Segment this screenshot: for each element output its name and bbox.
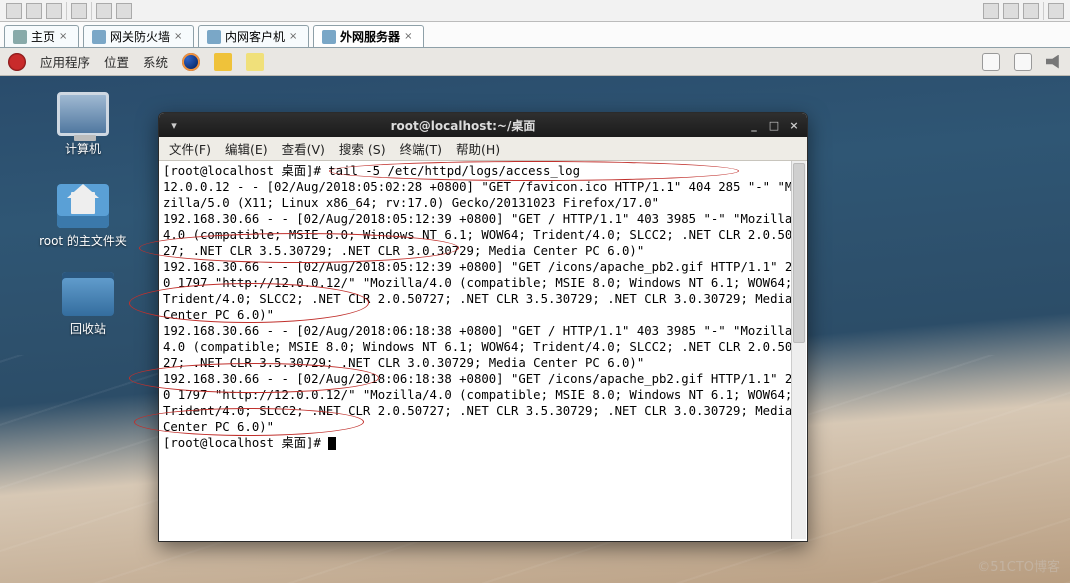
firefox-icon[interactable] xyxy=(182,53,200,71)
close-icon[interactable]: × xyxy=(59,31,70,42)
terminal-line: [root@localhost 桌面]# xyxy=(163,435,803,451)
host-button[interactable] xyxy=(26,3,42,19)
terminal-menubar: 文件(F) 编辑(E) 查看(V) 搜索 (S) 终端(T) 帮助(H) xyxy=(159,137,807,161)
desktop-icon-trash[interactable]: 回收站 xyxy=(44,272,132,337)
home-icon xyxy=(13,30,27,44)
menu-terminal[interactable]: 终端(T) xyxy=(400,139,442,158)
terminal-window: ▾ root@localhost:~/桌面 _ □ × 文件(F) 编辑(E) … xyxy=(158,112,808,542)
tab-firewall[interactable]: 网关防火墙 × xyxy=(83,25,194,47)
terminal-titlebar[interactable]: ▾ root@localhost:~/桌面 _ □ × xyxy=(159,113,807,137)
desktop-icon-computer[interactable]: 计算机 xyxy=(39,92,127,157)
tray-icon[interactable] xyxy=(982,53,1000,71)
host-button[interactable] xyxy=(1048,3,1064,19)
close-icon[interactable]: × xyxy=(289,31,300,42)
menu-file[interactable]: 文件(F) xyxy=(169,139,211,158)
tab-label: 网关防火墙 xyxy=(110,28,170,45)
minimize-button[interactable]: _ xyxy=(745,117,763,133)
host-button[interactable] xyxy=(1003,3,1019,19)
monitor-icon xyxy=(322,30,336,44)
terminal-line: 12.0.0.12 - - [02/Aug/2018:05:02:28 +080… xyxy=(163,179,803,211)
separator xyxy=(91,2,92,20)
notes-icon[interactable] xyxy=(246,53,264,71)
icon-label: root 的主文件夹 xyxy=(39,232,127,249)
monitor-icon xyxy=(207,30,221,44)
menu-system[interactable]: 系统 xyxy=(143,52,168,71)
desktop[interactable]: 计算机 root 的主文件夹 回收站 ▾ root@localhost:~/桌面… xyxy=(0,76,1070,583)
host-button[interactable] xyxy=(6,3,22,19)
host-button[interactable] xyxy=(96,3,112,19)
terminal-line: 192.168.30.66 - - [02/Aug/2018:05:12:39 … xyxy=(163,259,803,323)
separator xyxy=(1043,2,1044,20)
menu-applications[interactable]: 应用程序 xyxy=(40,52,90,71)
network-icon[interactable] xyxy=(1014,53,1032,71)
host-button[interactable] xyxy=(116,3,132,19)
menu-help[interactable]: 帮助(H) xyxy=(456,139,500,158)
gnome-panel: 应用程序 位置 系统 xyxy=(0,48,1070,76)
icon-label: 计算机 xyxy=(39,140,127,157)
desktop-icon-home[interactable]: root 的主文件夹 xyxy=(39,184,127,249)
tab-label: 主页 xyxy=(31,28,55,45)
computer-icon xyxy=(57,92,109,136)
tab-label: 内网客户机 xyxy=(225,28,285,45)
firewall-icon xyxy=(92,30,106,44)
close-icon[interactable]: × xyxy=(404,31,415,42)
terminal-body[interactable]: [root@localhost 桌面]# tail -5 /etc/httpd/… xyxy=(159,161,807,541)
file-manager-icon[interactable] xyxy=(214,53,232,71)
tab-internal-client[interactable]: 内网客户机 × xyxy=(198,25,309,47)
home-folder-icon xyxy=(57,184,109,228)
host-toolbar xyxy=(0,0,1070,22)
menu-edit[interactable]: 编辑(E) xyxy=(225,139,268,158)
host-button[interactable] xyxy=(46,3,62,19)
terminal-line: 192.168.30.66 - - [02/Aug/2018:05:12:39 … xyxy=(163,211,803,259)
terminal-line: [root@localhost 桌面]# tail -5 /etc/httpd/… xyxy=(163,163,803,179)
tab-label: 外网服务器 xyxy=(340,28,400,45)
menu-view[interactable]: 查看(V) xyxy=(282,139,325,158)
watermark: ©51CTO博客 xyxy=(977,556,1060,575)
vertical-scrollbar[interactable] xyxy=(791,161,806,539)
redhat-icon[interactable] xyxy=(8,53,26,71)
vm-tab-bar: 主页 × 网关防火墙 × 内网客户机 × 外网服务器 × xyxy=(0,22,1070,48)
host-button[interactable] xyxy=(71,3,87,19)
menu-search[interactable]: 搜索 (S) xyxy=(339,139,386,158)
close-button[interactable]: × xyxy=(785,117,803,133)
scrollbar-thumb[interactable] xyxy=(793,163,805,343)
close-icon[interactable]: × xyxy=(174,31,185,42)
terminal-cursor xyxy=(328,437,336,450)
host-button[interactable] xyxy=(983,3,999,19)
trash-icon xyxy=(62,272,114,316)
icon-label: 回收站 xyxy=(44,320,132,337)
volume-icon[interactable] xyxy=(1046,55,1062,69)
terminal-line: 192.168.30.66 - - [02/Aug/2018:06:18:38 … xyxy=(163,323,803,371)
separator xyxy=(66,2,67,20)
menu-places[interactable]: 位置 xyxy=(104,52,129,71)
window-menu-icon[interactable]: ▾ xyxy=(165,117,183,133)
window-title: root@localhost:~/桌面 xyxy=(183,117,743,134)
tab-external-server[interactable]: 外网服务器 × xyxy=(313,25,424,47)
tab-home[interactable]: 主页 × xyxy=(4,25,79,47)
terminal-line: 192.168.30.66 - - [02/Aug/2018:06:18:38 … xyxy=(163,371,803,435)
maximize-button[interactable]: □ xyxy=(765,117,783,133)
host-button[interactable] xyxy=(1023,3,1039,19)
